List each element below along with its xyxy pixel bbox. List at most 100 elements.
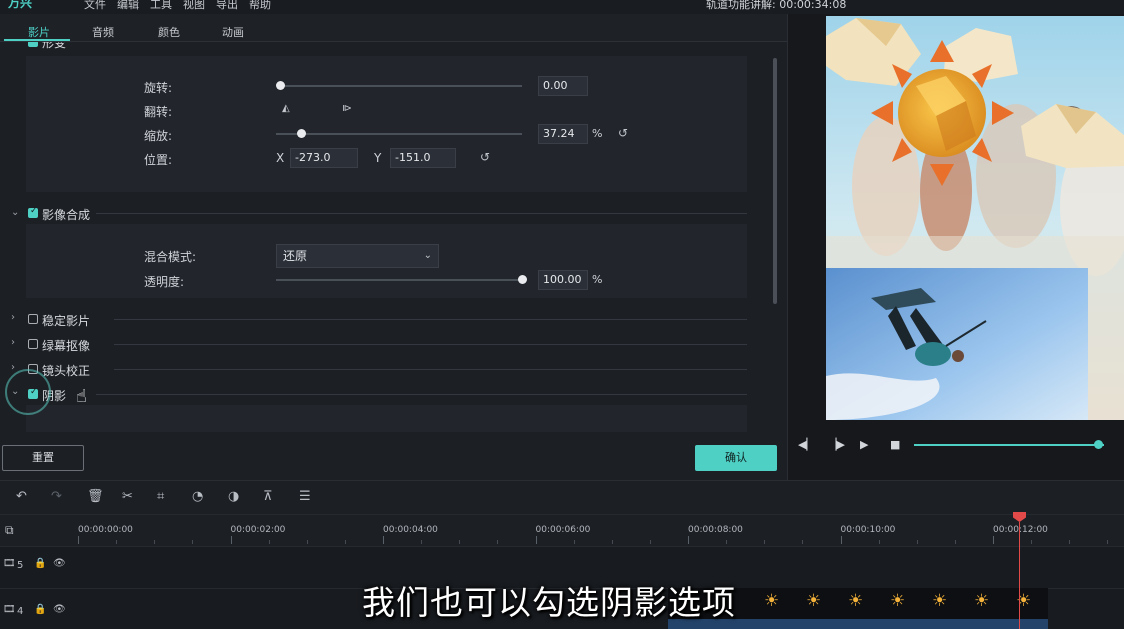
position-y-input[interactable]: -151.0 [390, 148, 456, 168]
menu-tools[interactable]: 工具 [150, 0, 172, 12]
adjust-icon[interactable]: ☰ [299, 489, 311, 504]
ruler-time-label: 00:00:06:00 [535, 525, 591, 535]
ruler-time-label: 00:00:10:00 [840, 525, 896, 535]
undo-icon[interactable]: ↶ [16, 489, 27, 504]
track-number: 5 [17, 560, 24, 571]
compositing-chevron-icon[interactable]: ⌄ [11, 207, 19, 218]
play-icon[interactable]: ▶ [860, 438, 868, 451]
opacity-label: 透明度: [144, 275, 185, 289]
opacity-unit: % [592, 273, 603, 286]
menu-help[interactable]: 帮助 [249, 0, 271, 12]
lock-icon[interactable]: 🔒 [34, 604, 46, 615]
preview-viewer [826, 16, 1124, 420]
opacity-slider-knob[interactable] [518, 275, 527, 284]
blend-mode-select[interactable]: 还原 ⌄ [276, 244, 439, 268]
ruler-time-label: 00:00:08:00 [688, 525, 743, 535]
action-bar: 重置 确认 [0, 432, 787, 480]
mark-icon[interactable]: ⊼ [263, 489, 273, 504]
cut-icon[interactable]: ✂ [122, 489, 133, 504]
eye-icon[interactable]: 👁 [53, 558, 66, 569]
position-x-label: X [276, 151, 285, 165]
preview-frame-image [826, 16, 1124, 420]
compositing-checkbox[interactable] [28, 206, 38, 218]
delete-icon[interactable]: 🗑 [87, 489, 104, 504]
lock-icon[interactable]: 🔒 [34, 558, 46, 569]
menu-edit[interactable]: 编辑 [117, 0, 139, 12]
scale-slider-knob[interactable] [296, 129, 306, 138]
ruler-tick [154, 540, 155, 544]
transform-checkbox[interactable] [28, 42, 38, 47]
playhead-line[interactable] [1019, 522, 1020, 629]
click-highlight-ring [5, 369, 51, 415]
flip-horizontal-icon[interactable]: ◭ [282, 103, 290, 114]
project-time-value: 00:00:34:08 [779, 0, 847, 11]
position-reset-icon[interactable]: ↺ [480, 150, 490, 164]
tab-video[interactable]: 影片 [28, 24, 50, 40]
chroma-key-chevron-icon[interactable]: › [11, 337, 15, 348]
ruler-tick [497, 540, 498, 544]
film-icon: 🎞 [3, 558, 16, 569]
previous-frame-icon[interactable]: ◀▏ [798, 438, 815, 451]
blend-mode-label: 混合模式: [144, 250, 197, 264]
menu-file[interactable]: 文件 [84, 0, 106, 12]
ruler-tick [726, 540, 727, 544]
section-divider [96, 394, 747, 395]
stabilize-chevron-icon[interactable]: › [11, 312, 15, 323]
playback-progress-knob[interactable] [1094, 440, 1104, 449]
tab-audio[interactable]: 音频 [92, 24, 114, 40]
flip-vertical-icon[interactable]: ⧐ [342, 103, 352, 114]
lens-correction-chevron-icon[interactable]: › [11, 362, 15, 373]
ok-button[interactable]: 确认 [695, 445, 777, 471]
menu-bar: 万兴 文件 编辑 工具 视图 导出 帮助 轨道功能讲解: 00:00:34:08 [0, 0, 1124, 14]
sun-thumbnail-icon: ☀ [974, 591, 990, 611]
add-track-icon[interactable]: ⧉ [5, 523, 14, 538]
speed-icon[interactable]: ◔ [192, 489, 203, 504]
properties-scrollbar[interactable] [773, 58, 777, 304]
scale-reset-icon[interactable]: ↺ [618, 126, 628, 140]
scale-input[interactable]: 37.24 [538, 124, 588, 144]
menu-export[interactable]: 导出 [216, 0, 238, 12]
crop-icon[interactable]: ⌗ [157, 489, 164, 504]
opacity-slider[interactable] [276, 279, 522, 281]
ruler-tick [192, 540, 193, 544]
opacity-input[interactable]: 100.00 [538, 270, 588, 290]
scale-label: 缩放: [144, 129, 173, 143]
sun-thumbnail-icon: ☀ [890, 591, 906, 611]
ruler-time-label: 00:00:00:00 [78, 525, 133, 535]
rotate-slider-knob[interactable] [276, 81, 285, 90]
stop-icon[interactable]: ■ [890, 438, 900, 451]
position-y-label: Y [374, 151, 382, 165]
timeline-ruler[interactable]: ⧉ 00:00:00:00 00:00:02:00 00:00:04:00 00:00… [0, 514, 1124, 546]
redo-icon[interactable]: ↷ [51, 489, 62, 504]
tab-color[interactable]: 颜色 [158, 24, 180, 40]
menu-view[interactable]: 视图 [183, 0, 205, 12]
eye-icon[interactable]: 👁 [53, 604, 66, 615]
ruler-time-label: 00:00:12:00 [993, 525, 1048, 535]
ruler-tick [269, 540, 270, 544]
reset-button[interactable]: 重置 [2, 445, 84, 471]
rotate-input[interactable]: 0.00 [538, 76, 588, 96]
ruler-tick [231, 536, 232, 544]
section-divider [114, 319, 747, 320]
properties-panel: 形变 旋转: 0.00 翻转: ◭ ⧐ 缩放: 37.24 % ↺ 位置: X … [0, 42, 787, 432]
section-divider [114, 344, 747, 345]
color-icon[interactable]: ◑ [228, 489, 239, 504]
ruler-tick [1107, 540, 1108, 544]
position-x-input[interactable]: -273.0 [290, 148, 358, 168]
ruler-tick [116, 540, 117, 544]
next-frame-icon[interactable]: ▕▶ [828, 438, 845, 451]
preview-panel: ◀▏ ▕▶ ▶ ■ [787, 14, 1124, 480]
scale-slider[interactable] [276, 133, 522, 135]
chroma-key-title: 绿幕抠像 [42, 339, 91, 353]
tab-animation[interactable]: 动画 [222, 24, 244, 40]
chroma-key-checkbox[interactable] [28, 339, 38, 349]
ruler-tick [307, 540, 308, 544]
stabilize-checkbox[interactable] [28, 314, 38, 324]
shadow-subpanel [26, 405, 747, 432]
ruler-time-label: 00:00:02:00 [230, 525, 286, 535]
film-icon: 🎞 [3, 604, 16, 615]
compositing-title: 影像合成 [42, 208, 91, 222]
rotate-slider[interactable] [280, 85, 522, 87]
playback-progress-bar[interactable] [914, 444, 1104, 446]
section-divider [96, 213, 747, 214]
